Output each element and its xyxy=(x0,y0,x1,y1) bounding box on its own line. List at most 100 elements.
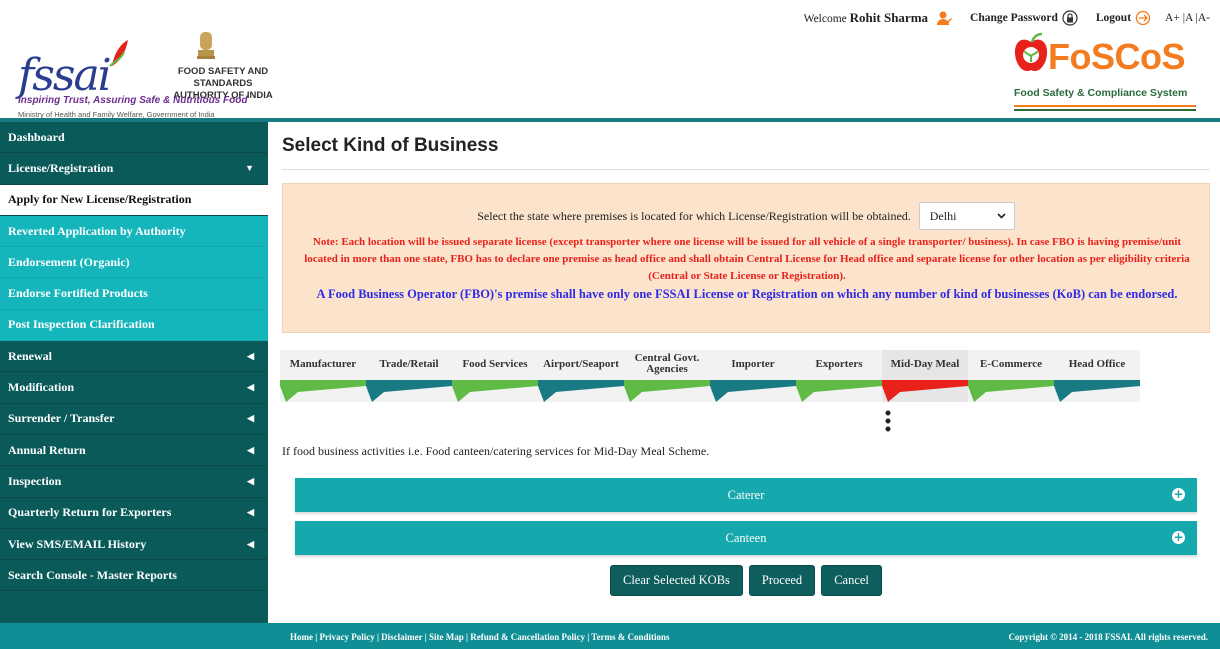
tab-label: Trade/Retail xyxy=(379,357,439,370)
tab-arrow-teal xyxy=(1054,380,1140,402)
plus-circle-icon: + xyxy=(1172,530,1185,544)
note-blue: A Food Business Operator (FBO)'s premise… xyxy=(316,287,1178,301)
sidebar-item-post-inspection[interactable]: Post Inspection Clarification xyxy=(0,309,268,342)
cancel-button[interactable]: Cancel xyxy=(821,565,882,596)
tab-arrow-green xyxy=(624,380,710,402)
sidebar-item-annual-return[interactable]: Annual Return ◀ xyxy=(0,434,268,467)
footer-copyright: Copyright © 2014 - 2018 FSSAI. All right… xyxy=(1008,632,1208,642)
sidebar-item-label: Dashboard xyxy=(8,129,65,144)
tab-central-govt-agencies[interactable]: Central Govt. Agencies xyxy=(624,350,710,402)
sidebar-item-search-console[interactable]: Search Console - Master Reports xyxy=(0,560,268,592)
sidebar-item-sms-email-history[interactable]: View SMS/EMAIL History ◀ xyxy=(0,528,268,561)
logout-label: Logout xyxy=(1095,12,1132,24)
caret-down-icon: ▼ xyxy=(245,163,254,174)
fssai-wordmark: fssai xyxy=(18,50,112,101)
sidebar: Dashboard License/Registration ▼ Apply fo… xyxy=(0,122,268,623)
kob-description: If food business activities i.e. Food ca… xyxy=(282,444,710,458)
tab-manufacturer[interactable]: Manufacturer xyxy=(280,350,366,402)
logout-icon xyxy=(1135,10,1151,26)
tab-arrow-teal xyxy=(366,380,452,402)
clear-selected-kobs-button[interactable]: Clear Selected KOBs xyxy=(610,565,743,596)
sidebar-item-label: Annual Return xyxy=(8,442,86,457)
caret-left-icon: ◀ xyxy=(247,475,254,486)
sidebar-item-label: View SMS/EMAIL History xyxy=(8,536,147,551)
tab-food-services[interactable]: Food Services xyxy=(452,350,538,402)
user-name: Rohit Sharma xyxy=(849,10,929,25)
sidebar-item-license-registration[interactable]: License/Registration ▼ xyxy=(0,153,268,185)
title-divider xyxy=(282,169,1210,170)
tab-label: Food Services xyxy=(462,357,528,370)
tab-label: Importer xyxy=(731,357,775,370)
page-title: Select Kind of Business xyxy=(282,135,499,156)
tab-label: Exporters xyxy=(815,357,863,370)
tab-arrow-green xyxy=(452,380,538,402)
logout-link[interactable]: Logout xyxy=(1096,10,1151,26)
change-password-label: Change Password xyxy=(970,12,1058,24)
sidebar-item-label: Search Console - Master Reports xyxy=(8,567,177,582)
tab-trade-retail[interactable]: Trade/Retail xyxy=(366,350,452,402)
sidebar-item-label: Apply for New License/Registration xyxy=(8,192,192,207)
tab-exporters[interactable]: Exporters xyxy=(796,350,882,402)
foscos-subtitle: Food Safety & Compliance System xyxy=(1014,87,1188,99)
sidebar-item-label: Endorse Fortified Products xyxy=(8,286,148,301)
top-bar: Welcome Rohit Sharma Change Password Log… xyxy=(804,10,1210,26)
caret-left-icon: ◀ xyxy=(247,350,254,361)
tagline: Inspiring Trust, Assuring Safe & Nutriti… xyxy=(18,95,248,106)
header: Welcome Rohit Sharma Change Password Log… xyxy=(0,0,1220,119)
authority-line-1: FOOD SAFETY AND STANDARDS xyxy=(177,66,269,89)
caret-left-icon: ◀ xyxy=(247,538,254,549)
change-password-link[interactable]: Change Password xyxy=(970,10,1078,26)
tab-label: Head Office xyxy=(1068,357,1126,370)
caret-left-icon: ◀ xyxy=(247,507,254,518)
national-emblem-icon xyxy=(197,32,215,59)
sidebar-item-apply-new-license[interactable]: Apply for New License/Registration xyxy=(0,184,268,216)
tab-arrow-green xyxy=(796,380,882,402)
sidebar-item-label: Modification xyxy=(8,380,74,395)
sidebar-item-surrender-transfer[interactable]: Surrender / Transfer ◀ xyxy=(0,403,268,435)
accordion-label: Canteen xyxy=(725,530,767,545)
tab-label: Manufacturer xyxy=(289,357,357,370)
sidebar-item-quarterly-return[interactable]: Quarterly Return for Exporters ◀ xyxy=(0,497,268,529)
foscos-wordmark: FoSCoS xyxy=(1048,36,1186,77)
tab-label: Central Govt. Agencies xyxy=(634,352,700,375)
sidebar-item-dashboard[interactable]: Dashboard xyxy=(0,122,268,154)
sidebar-item-endorsement-organic[interactable]: Endorsement (Organic) xyxy=(0,247,268,279)
caret-left-icon: ◀ xyxy=(247,444,254,455)
plus-circle-icon: + xyxy=(1172,487,1185,501)
footer-links[interactable]: Home | Privacy Policy | Disclaimer | Sit… xyxy=(290,632,669,642)
kob-tabs: Manufacturer Trade/Retail Food Services … xyxy=(280,350,1150,430)
sidebar-item-label: License/Registration xyxy=(8,160,114,175)
proceed-button[interactable]: Proceed xyxy=(748,565,816,596)
accordion-label: Caterer xyxy=(727,487,765,502)
tab-arrow-green xyxy=(280,380,366,402)
tab-e-commerce[interactable]: E-Commerce xyxy=(968,350,1054,402)
state-prompt: Select the state where premises is locat… xyxy=(477,208,911,223)
tab-airport-seaport[interactable]: Airport/Seaport xyxy=(538,350,624,402)
leaf-icon xyxy=(109,40,128,67)
font-size-controls[interactable]: A+ |A |A- xyxy=(1165,12,1210,24)
state-notice-panel: Select the state where premises is locat… xyxy=(282,183,1210,333)
foscos-underline xyxy=(1014,105,1196,111)
caret-left-icon: ◀ xyxy=(247,413,254,424)
state-select[interactable]: Delhi xyxy=(918,202,1015,230)
tab-mid-day-meal[interactable]: Mid-Day Meal xyxy=(882,350,968,402)
state-select-value: Delhi xyxy=(929,208,957,223)
sidebar-item-inspection[interactable]: Inspection ◀ xyxy=(0,466,268,498)
accordion-canteen[interactable]: Canteen + xyxy=(295,521,1197,555)
sidebar-item-modification[interactable]: Modification ◀ xyxy=(0,372,268,404)
fssai-logo[interactable]: fssai FOOD SAFETY AND STANDARDS AUTHORIT… xyxy=(8,28,308,119)
tab-importer[interactable]: Importer xyxy=(710,350,796,402)
chevron-down-icon xyxy=(997,213,1006,219)
sidebar-item-endorse-fortified[interactable]: Endorse Fortified Products xyxy=(0,278,268,310)
accordion-caterer[interactable]: Caterer + xyxy=(295,478,1197,512)
sidebar-item-reverted-application[interactable]: Reverted Application by Authority xyxy=(0,215,268,248)
welcome-text: Welcome Rohit Sharma xyxy=(803,10,929,25)
lock-icon xyxy=(1062,10,1078,26)
sidebar-item-label: Surrender / Transfer xyxy=(8,411,115,426)
note-red: Note: Each location will be issued separ… xyxy=(304,236,1190,282)
main-content: Select Kind of Business Select the state… xyxy=(268,122,1220,623)
user-icon xyxy=(937,11,953,25)
foscos-logo[interactable]: FoSCoS Food Safety & Compliance System xyxy=(1010,30,1200,116)
sidebar-item-renewal[interactable]: Renewal ◀ xyxy=(0,341,268,373)
tab-head-office[interactable]: Head Office xyxy=(1054,350,1140,402)
